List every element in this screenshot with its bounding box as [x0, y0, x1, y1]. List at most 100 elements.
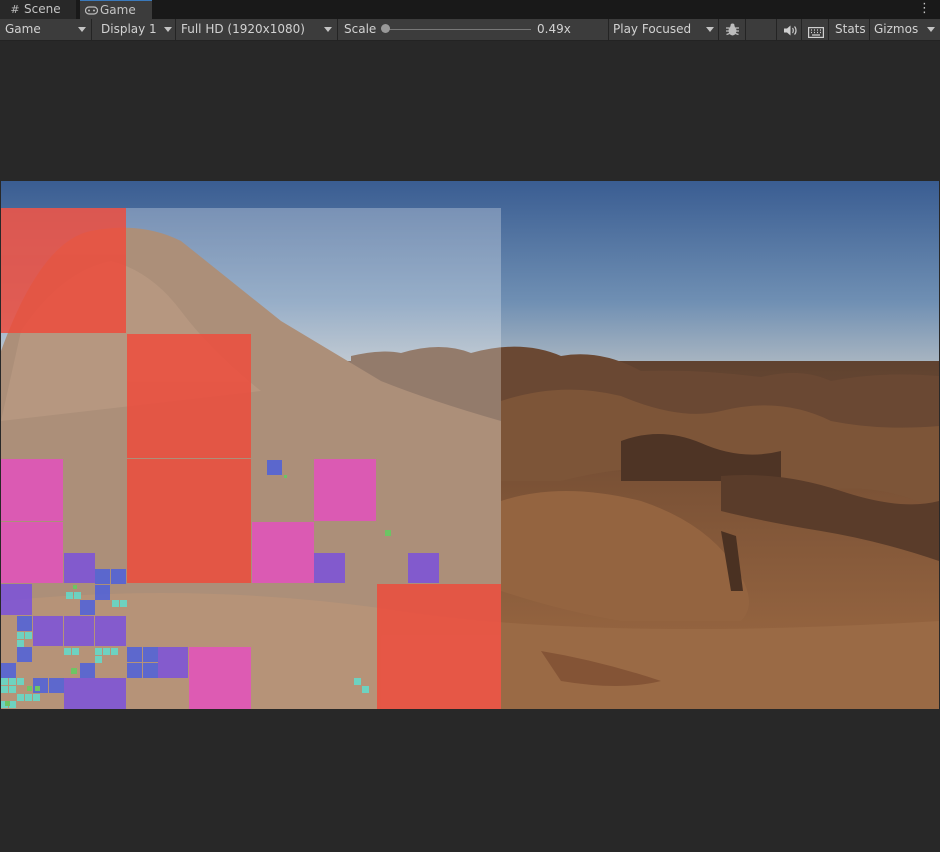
play-mode-select-value: Play Focused	[613, 22, 692, 36]
display-select-value: Display 1	[101, 22, 157, 36]
overlay-tile	[64, 678, 95, 709]
overlay-tile	[385, 530, 391, 536]
chevron-down-icon	[164, 27, 172, 32]
chevron-down-icon	[706, 27, 714, 32]
debug-toggle[interactable]	[720, 19, 746, 40]
tab-game[interactable]: Game	[80, 0, 152, 19]
overlay-tile	[49, 678, 64, 693]
overlay-tile	[66, 592, 73, 599]
overlay-tile	[25, 694, 32, 701]
overlay-tile	[95, 648, 102, 655]
overlay-tile	[74, 592, 81, 599]
overlay-tile	[95, 616, 126, 646]
gamepad-icon	[84, 2, 99, 20]
resolution-select[interactable]: Full HD (1920x1080)	[177, 19, 338, 40]
overlay-tile	[111, 569, 126, 584]
scale-slider-handle[interactable]	[381, 24, 390, 33]
overlay-tile	[111, 648, 118, 655]
overlay-tile	[64, 648, 71, 655]
overlay-tile	[127, 663, 142, 678]
overlay-tile	[73, 585, 77, 589]
mode-select[interactable]: Game	[0, 19, 92, 40]
overlay-tile	[71, 668, 77, 674]
overlay-tile	[25, 632, 32, 639]
overlay-tile	[1, 663, 16, 678]
scale-value: 0.49x	[537, 22, 571, 36]
tab-bar: # Scene Game ⋮	[0, 0, 940, 19]
play-mode-select[interactable]: Play Focused	[610, 19, 719, 40]
overlay-tile	[9, 701, 16, 708]
overlay-tile	[252, 522, 314, 583]
overlay-tile	[1, 208, 126, 333]
shortcuts-toggle[interactable]	[803, 19, 829, 40]
bug-icon	[725, 22, 740, 44]
gizmos-label: Gizmos	[874, 22, 919, 36]
overlay-tile	[95, 678, 126, 709]
overlay-tile	[80, 663, 95, 678]
scale-label: Scale	[344, 22, 377, 36]
overlay-tile	[127, 647, 142, 662]
overlay-tile	[5, 701, 10, 706]
overlay-tile	[103, 648, 110, 655]
debug-overlay	[1, 208, 501, 709]
display-select[interactable]: Display 1	[93, 19, 176, 40]
overlay-tile	[95, 569, 110, 584]
overlay-tile	[362, 686, 369, 693]
stats-label: Stats	[835, 22, 866, 36]
game-viewport[interactable]	[1, 181, 939, 709]
overlay-tile	[127, 334, 251, 458]
overlay-tile	[112, 600, 119, 607]
tab-game-label: Game	[100, 3, 136, 17]
overlay-tile	[120, 600, 127, 607]
tab-scene[interactable]: # Scene	[0, 0, 76, 19]
mute-audio-toggle[interactable]	[778, 19, 802, 40]
chevron-down-icon	[927, 27, 935, 32]
scale-slider-track[interactable]	[386, 29, 531, 30]
overlay-tile	[1, 686, 8, 693]
overlay-tile	[1, 459, 63, 521]
overlay-tile	[17, 647, 32, 662]
overlay-tile	[64, 553, 95, 583]
overlay-tile	[377, 584, 501, 709]
overlay-tile	[64, 616, 94, 646]
tab-scene-label: Scene	[24, 2, 61, 16]
overlay-tile	[17, 678, 24, 685]
overlay-tile	[1, 584, 32, 615]
kebab-menu-icon[interactable]: ⋮	[918, 0, 931, 19]
overlay-tile	[143, 663, 158, 678]
overlay-tile	[354, 678, 361, 685]
grid-icon: #	[10, 3, 20, 16]
resolution-select-value: Full HD (1920x1080)	[181, 22, 305, 36]
overlay-tile	[17, 694, 24, 701]
overlay-tile	[1, 522, 63, 583]
overlay-tile	[80, 600, 95, 615]
blank-toggle[interactable]	[747, 19, 777, 40]
overlay-tile	[17, 640, 24, 647]
overlay-tile	[35, 686, 40, 691]
overlay-tile	[9, 686, 16, 693]
speaker-icon	[783, 23, 797, 44]
overlay-tile	[1, 678, 8, 685]
overlay-tile	[27, 686, 32, 691]
keyboard-icon	[808, 24, 825, 45]
overlay-tile	[189, 647, 251, 709]
overlay-tile	[95, 656, 102, 663]
chevron-down-icon	[78, 27, 86, 32]
overlay-tile	[158, 647, 188, 678]
chevron-down-icon	[324, 27, 332, 32]
stats-button[interactable]: Stats	[830, 19, 870, 40]
overlay-tile	[17, 632, 24, 639]
overlay-tile	[143, 647, 158, 662]
overlay-tile	[314, 553, 345, 583]
overlay-tile	[314, 459, 376, 521]
game-view-toolbar: Game Display 1 Full HD (1920x1080) Scale…	[0, 19, 940, 41]
overlay-tile	[33, 616, 63, 646]
overlay-tile	[267, 460, 282, 475]
overlay-tile	[95, 585, 110, 600]
overlay-tile	[17, 616, 32, 631]
gizmos-dropdown[interactable]: Gizmos	[871, 19, 940, 40]
overlay-tile	[72, 648, 79, 655]
overlay-tile	[127, 459, 251, 583]
overlay-tile	[9, 678, 16, 685]
overlay-tile	[33, 694, 40, 701]
